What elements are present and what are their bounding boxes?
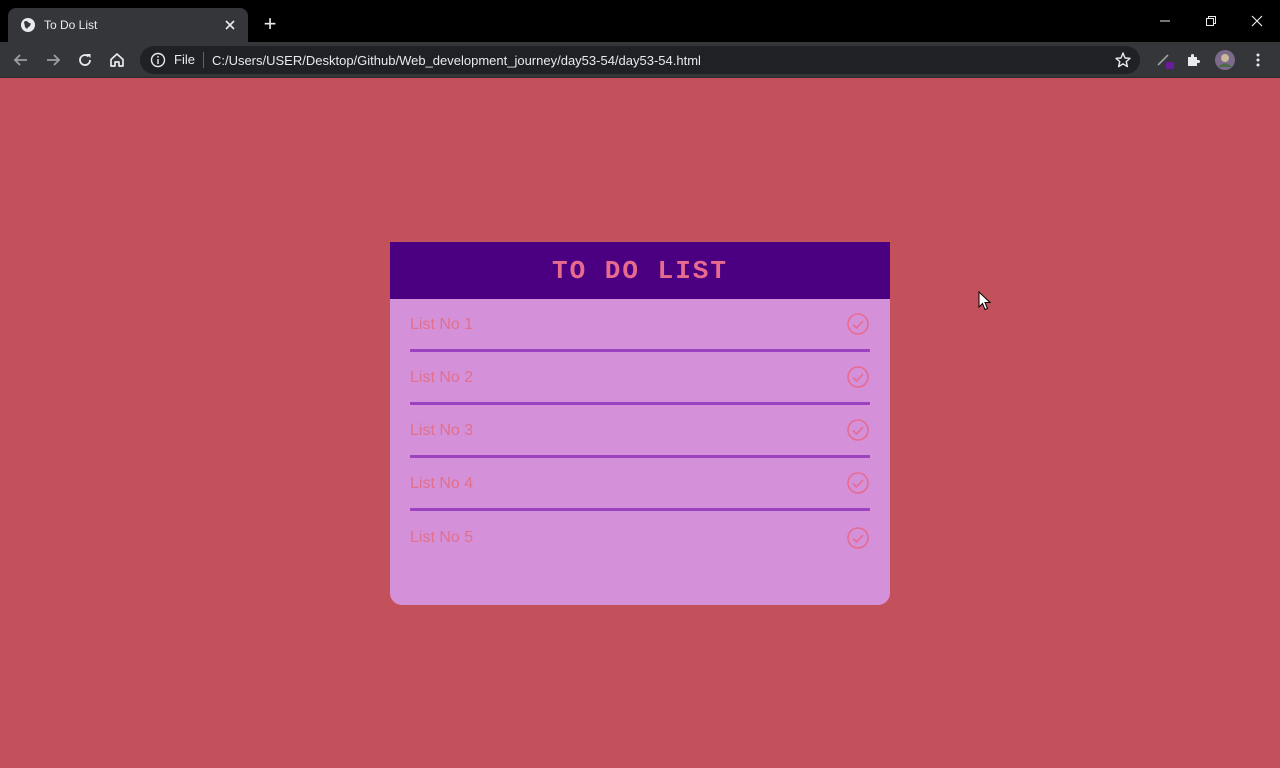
forward-icon[interactable] [40,47,66,73]
address-bar[interactable]: File C:/Users/USER/Desktop/Github/Web_de… [140,46,1140,74]
browser-tab[interactable]: To Do List [8,8,248,42]
check-circle-icon[interactable] [846,418,870,442]
browser-toolbar: File C:/Users/USER/Desktop/Github/Web_de… [0,42,1280,78]
globe-icon [21,18,35,32]
close-window-icon[interactable] [1234,0,1280,42]
list-item-label: List No 2 [410,368,474,386]
window-controls [1142,0,1280,42]
page-title: TO DO LIST [551,255,729,286]
menu-icon[interactable] [1245,47,1271,73]
star-icon[interactable] [1114,51,1132,69]
home-icon[interactable] [104,47,130,73]
check-circle-icon[interactable] [846,526,870,550]
todo-card: TO DO LIST List No 1 List No 2 List No 3 [390,242,890,605]
back-icon[interactable] [8,47,34,73]
list-item: List No 1 [410,299,870,352]
close-icon[interactable] [222,17,238,33]
check-circle-icon[interactable] [846,365,870,389]
url-text[interactable]: C:/Users/USER/Desktop/Github/Web_develop… [212,53,701,68]
list-item-label: List No 4 [410,474,474,492]
todo-list: List No 1 List No 2 List No 3 List No 4 [390,299,890,564]
reload-icon[interactable] [72,47,98,73]
list-item-label: List No 1 [410,315,474,333]
info-icon[interactable] [150,52,166,68]
list-item: List No 3 [410,405,870,458]
todo-header: TO DO LIST [390,242,890,299]
new-tab-button[interactable]: + [258,13,282,37]
tab-title: To Do List [44,18,98,32]
puzzle-icon[interactable] [1180,47,1206,73]
extension-icon[interactable] [1152,47,1178,73]
list-item: List No 2 [410,352,870,405]
check-circle-icon[interactable] [846,312,870,336]
check-circle-icon[interactable] [846,471,870,495]
list-item: List No 5 [410,511,870,564]
scheme-label: File [174,52,204,68]
minimize-icon[interactable] [1142,0,1188,42]
restore-icon[interactable] [1188,0,1234,42]
mouse-cursor-icon [978,291,992,311]
list-item-label: List No 5 [410,529,474,546]
avatar[interactable] [1212,47,1238,73]
list-item: List No 4 [410,458,870,511]
list-item-label: List No 3 [410,421,474,439]
tab-strip: To Do List + [0,0,1280,42]
